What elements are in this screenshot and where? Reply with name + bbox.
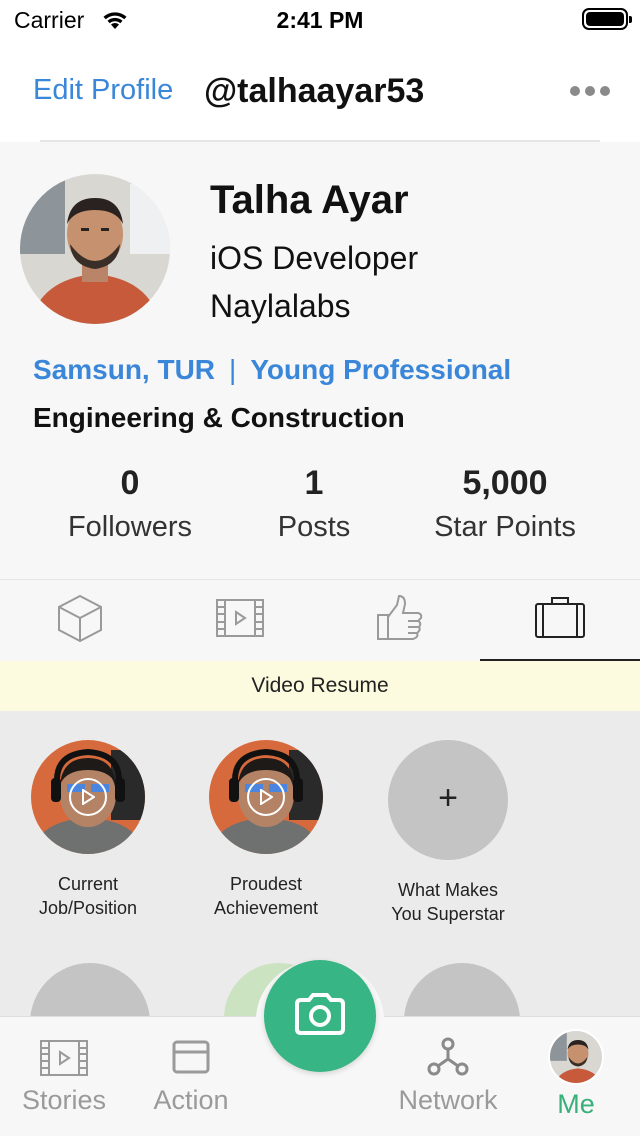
thumbs-up-icon [375, 593, 425, 648]
camera-icon [293, 992, 347, 1041]
resume-item-proudest[interactable]: Proudest Achievement [196, 740, 336, 920]
meta-separator: | [229, 354, 237, 385]
edit-profile-button[interactable]: Edit Profile [33, 74, 173, 107]
video-thumbnail[interactable] [31, 740, 145, 854]
tab-videos[interactable] [160, 580, 320, 661]
profile-meta: Samsun, TUR | Young Professional [33, 354, 511, 386]
location-link[interactable]: Samsun, TUR [33, 354, 215, 385]
tab-bar-me[interactable]: Me [536, 1017, 616, 1120]
tab-resume[interactable] [480, 580, 640, 661]
profile-role: iOS Developer [210, 240, 419, 276]
tab-bar-label: Stories [21, 1085, 107, 1115]
content-tabs [0, 579, 640, 661]
tab-cube[interactable] [0, 580, 160, 661]
stat-value: 0 [120, 464, 140, 502]
camera-button[interactable] [264, 960, 376, 1072]
label-line: You Superstar [391, 904, 505, 924]
stat-value: 1 [304, 464, 324, 502]
more-icon[interactable] [570, 86, 610, 96]
card-icon [141, 1039, 241, 1079]
profile-name: Talha Ayar [210, 178, 409, 222]
section-title: Video Resume [0, 661, 640, 711]
cube-icon [56, 593, 104, 648]
profile-industry: Engineering & Construction [33, 402, 405, 433]
resume-item-superstar[interactable]: + What Makes You Superstar [376, 740, 520, 926]
tab-bar-action[interactable]: Action [141, 1017, 241, 1116]
stat-star-points[interactable]: 5,000 Star Points [420, 464, 590, 544]
profile-header: Talha Ayar iOS Developer Naylalabs Samsu… [0, 142, 640, 579]
resume-item-current-job[interactable]: Current Job/Position [18, 740, 158, 920]
briefcase-icon [534, 595, 586, 644]
resume-item-label: What Makes You Superstar [376, 878, 520, 926]
video-thumbnail[interactable] [209, 740, 323, 854]
film-icon [14, 1039, 114, 1079]
label-line: Job/Position [38, 898, 138, 918]
stat-value: 5,000 [462, 464, 548, 502]
tab-bar-stories[interactable]: Stories [14, 1017, 114, 1116]
tab-bar-network[interactable]: Network [388, 1017, 508, 1116]
username-title: @talhaayar53 [204, 72, 425, 110]
resume-item-label: Current Job/Position [18, 872, 158, 920]
stat-label: Posts [277, 511, 351, 543]
stat-label: Followers [67, 511, 193, 543]
plus-icon: + [438, 779, 458, 817]
stat-label: Star Points [434, 511, 576, 543]
tab-likes[interactable] [320, 580, 480, 661]
profile-company: Naylalabs [210, 288, 351, 324]
tab-bar-label: Me [557, 1089, 595, 1119]
level-link[interactable]: Young Professional [250, 354, 511, 385]
tab-bar-label: Network [398, 1085, 498, 1115]
avatar[interactable] [20, 174, 170, 324]
play-icon [69, 778, 107, 816]
tab-bar-label: Action [153, 1085, 229, 1115]
avatar [548, 1029, 604, 1085]
label-line: Current [57, 874, 119, 894]
add-video-button[interactable]: + [388, 740, 508, 860]
resume-item-label: Proudest Achievement [196, 872, 336, 920]
battery-icon [582, 8, 632, 30]
label-line: Proudest [229, 874, 303, 894]
stat-posts[interactable]: 1 Posts [244, 464, 384, 544]
clock: 2:41 PM [276, 7, 364, 33]
label-line: Achievement [213, 898, 319, 918]
status-bar: Carrier 2:41 PM [0, 0, 640, 40]
network-icon [388, 1037, 508, 1079]
film-icon [215, 598, 265, 643]
nav-bar: Edit Profile @talhaayar53 [0, 40, 640, 142]
stat-followers[interactable]: 0 Followers [60, 464, 200, 544]
play-icon [247, 778, 285, 816]
label-line: What Makes [397, 880, 499, 900]
